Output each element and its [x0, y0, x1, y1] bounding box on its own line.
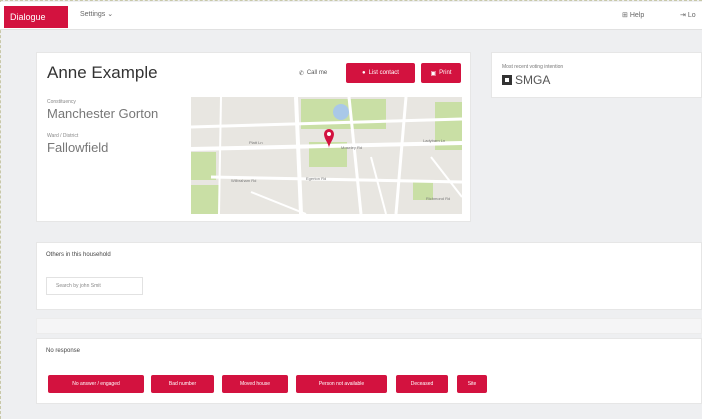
constituency-value: Manchester Gorton	[47, 106, 159, 121]
household-search-input[interactable]: Search by john Smit	[46, 277, 143, 295]
no-response-card: No response No answer / engaged Bad numb…	[36, 338, 702, 404]
call-button[interactable]: ✆ Call me	[287, 63, 339, 83]
no-response-title: No response	[46, 348, 81, 354]
person-name: Anne Example	[47, 63, 158, 82]
call-button-label: Call me	[306, 70, 328, 76]
print-icon: ▣	[430, 70, 437, 77]
help-icon: ⊞	[622, 12, 630, 19]
map-street-label: Egerton Rd	[306, 176, 326, 181]
ward-value: Fallowfield	[47, 140, 109, 155]
ward-label: Ward / District	[47, 133, 79, 139]
voting-intention-label: Most recent voting intention	[502, 64, 564, 70]
bad-number-button[interactable]: Bad number	[151, 375, 214, 393]
voting-intention-text: SMGA	[515, 73, 551, 87]
list-contact-button[interactable]: ● List contact	[346, 63, 415, 83]
print-label: Print	[439, 70, 452, 76]
party-icon	[502, 75, 512, 85]
map-street-label: Ladybarn Ln	[423, 138, 445, 143]
location-map[interactable]: Platt Ln Wilbraham Rd Moseley Rd Egerton Rd…	[191, 97, 462, 214]
voting-intention-card: Most recent voting intention SMGA	[491, 52, 702, 98]
section-divider	[36, 318, 702, 334]
logout-link[interactable]: ⇥ Lo	[680, 11, 696, 19]
map-street-label: Moseley Rd	[341, 145, 362, 150]
help-label: Help	[629, 12, 645, 19]
person-not-available-button[interactable]: Person not available	[296, 375, 387, 393]
help-link[interactable]: ⊞ Help	[622, 11, 644, 19]
map-street-label: Wilbraham Rd	[231, 178, 256, 183]
site-button[interactable]: Site	[457, 375, 487, 393]
map-street-label: Platt Ln	[249, 140, 263, 145]
top-bar: Dialogue Settings ⌄ ⊞ Help ⇥ Lo	[0, 2, 702, 30]
voting-intention-value: SMGA	[502, 73, 550, 87]
household-title: Others in this household	[46, 252, 111, 258]
deceased-button[interactable]: Deceased	[396, 375, 448, 393]
dashed-left-border	[0, 0, 2, 419]
list-contact-label: List contact	[368, 70, 399, 76]
person-card: Anne Example ✆ Call me ● List contact ▣ …	[36, 52, 471, 222]
no-answer-button[interactable]: No answer / engaged	[48, 375, 144, 393]
phone-icon: ✆	[298, 70, 304, 77]
map-street-label: Richmond Rd	[426, 196, 450, 201]
logout-icon: ⇥	[680, 12, 688, 19]
moved-house-button[interactable]: Moved house	[222, 375, 288, 393]
settings-menu[interactable]: Settings ⌄	[80, 10, 113, 18]
user-icon: ●	[362, 70, 366, 76]
brand-logo[interactable]: Dialogue	[4, 6, 68, 28]
logout-label: Lo	[687, 12, 696, 19]
print-button[interactable]: ▣ Print	[421, 63, 461, 83]
constituency-label: Constituency	[47, 99, 76, 105]
household-card: Others in this household Search by john …	[36, 242, 702, 310]
